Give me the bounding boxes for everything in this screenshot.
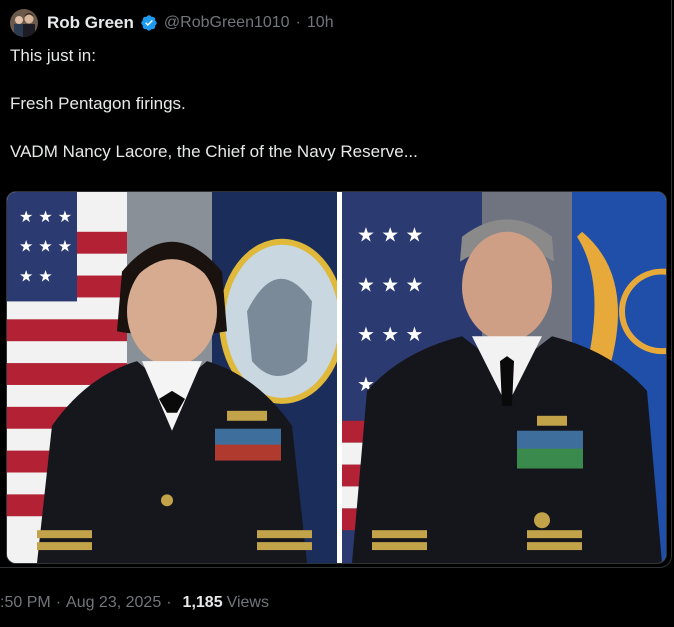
photo-right[interactable]: ★ ★ ★ ★ ★ ★ ★ ★ ★ ★ ★	[342, 192, 666, 563]
author-display-name[interactable]: Rob Green	[47, 13, 134, 33]
footer-separator: ·	[55, 594, 62, 611]
post-time[interactable]: :50 PM	[0, 594, 51, 612]
photo-left[interactable]: ★ ★ ★ ★ ★ ★ ★ ★	[7, 192, 337, 563]
views-count: 1,185	[182, 594, 223, 611]
verified-badge-icon[interactable]	[140, 14, 158, 32]
header-separator: ·	[295, 14, 301, 31]
svg-text:★ ★ ★: ★ ★ ★	[19, 237, 72, 256]
tweet-footer: :50 PM · Aug 23, 2025 · 1,185 Views	[0, 591, 269, 615]
svg-text:★ ★ ★: ★ ★ ★	[357, 223, 423, 247]
svg-text:★ ★: ★ ★	[19, 267, 53, 286]
svg-text:★ ★ ★: ★ ★ ★	[357, 273, 423, 297]
page: Rob Green @RobGreen1010 · 10h This just …	[0, 0, 674, 627]
tweet-media[interactable]: ★ ★ ★ ★ ★ ★ ★ ★ ★ ★ ★ ★ ★ ★ ★ ★ ★	[6, 191, 667, 564]
author-handle[interactable]: @RobGreen1010	[164, 14, 290, 32]
post-time-ago[interactable]: 10h	[307, 14, 334, 32]
svg-text:★ ★ ★: ★ ★ ★	[19, 207, 72, 226]
svg-text:★ ★ ★: ★ ★ ★	[357, 322, 423, 346]
tweet-card[interactable]: Rob Green @RobGreen1010 · 10h This just …	[0, 0, 672, 568]
post-date[interactable]: Aug 23, 2025	[66, 594, 161, 612]
tweet-line-2: Fresh Pentagon firings.	[10, 94, 186, 113]
avatar[interactable]	[10, 9, 38, 37]
tweet-line-1: This just in:	[10, 46, 96, 65]
tweet-line-3: VADM Nancy Lacore, the Chief of the Navy…	[10, 142, 418, 161]
footer-separator-2: ·	[166, 594, 172, 611]
views-label: Views	[226, 594, 269, 611]
tweet-header: Rob Green @RobGreen1010 · 10h	[10, 9, 334, 37]
tweet-text: This just in: Fresh Pentagon firings. VA…	[10, 44, 650, 188]
